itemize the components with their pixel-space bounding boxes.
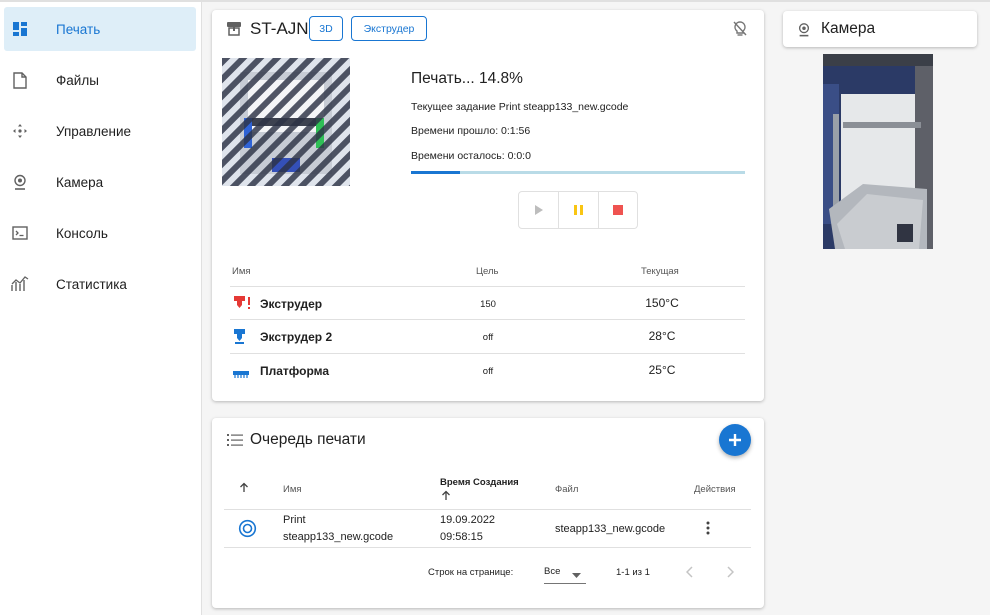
- queue-header-created[interactable]: Время Создания: [440, 477, 519, 488]
- sidebar-item-label: Консоль: [56, 225, 108, 241]
- queue-item-name-line1: Print: [283, 514, 306, 526]
- temp-row-extruder-2: Экструдер 2 off 28°C: [230, 320, 745, 354]
- console-icon: [11, 224, 29, 242]
- sidebar-item-files[interactable]: Файлы: [4, 58, 196, 102]
- sort-arrow-icon[interactable]: [239, 482, 249, 496]
- sidebar-item-label: Печать: [56, 21, 101, 37]
- move-arrows-icon: [11, 122, 29, 140]
- queue-item-status-icon: [238, 519, 257, 544]
- temp-name: Экструдер: [260, 297, 323, 311]
- time-elapsed: Времени прошло: 0:1:56: [411, 125, 531, 137]
- bed-icon: [233, 366, 249, 384]
- extruder-chip[interactable]: Экструдер: [351, 16, 427, 41]
- temp-name: Платформа: [260, 364, 330, 378]
- temp-target[interactable]: 150: [458, 299, 518, 310]
- temp-target[interactable]: off: [458, 366, 518, 377]
- rows-per-page-select[interactable]: Все: [544, 564, 586, 584]
- print-progress-bar: [411, 171, 745, 174]
- sidebar: Печать Файлы Управление Камера Консоль С…: [0, 2, 202, 615]
- rows-per-page-value: Все: [544, 566, 561, 577]
- camera-title: Камера: [821, 20, 876, 37]
- file-icon: [11, 71, 29, 89]
- temp-header-target: Цель: [476, 266, 499, 277]
- prev-page-icon[interactable]: [685, 566, 694, 581]
- temp-current: 150°C: [645, 296, 679, 310]
- print-progress-fill: [411, 171, 461, 174]
- sidebar-item-control[interactable]: Управление: [4, 109, 196, 153]
- temp-header-name: Имя: [232, 266, 251, 277]
- pagination-range: 1-1 из 1: [616, 567, 650, 578]
- temp-header-current: Текущая: [641, 266, 679, 277]
- printer-card: ST-AJN 3D Экструдер Печать... 14.8% Теку…: [212, 10, 764, 401]
- print-queue-card: Очередь печати Имя Время Создания Файл Д…: [212, 418, 764, 608]
- sidebar-item-label: Камера: [56, 174, 104, 190]
- sidebar-item-camera[interactable]: Камера: [4, 160, 196, 204]
- play-icon: [534, 205, 543, 215]
- webcam-icon: [797, 22, 811, 42]
- sidebar-item-statistics[interactable]: Статистика: [4, 262, 196, 306]
- print-preview-image: [222, 58, 350, 186]
- stop-button[interactable]: [597, 192, 637, 228]
- temp-current: 25°C: [648, 363, 676, 377]
- webcam-icon: [11, 173, 29, 191]
- sidebar-item-print[interactable]: Печать: [4, 7, 196, 51]
- time-remaining: Времени осталось: 0:0:0: [411, 150, 531, 162]
- queue-item-file: steapp133_new.gcode: [555, 523, 666, 535]
- print-status: Печать... 14.8%: [411, 70, 523, 87]
- temp-name: Экструдер 2: [260, 330, 333, 344]
- camera-card: Камера: [783, 11, 977, 47]
- add-to-queue-button[interactable]: [719, 424, 751, 456]
- queue-header-file[interactable]: Файл: [555, 484, 578, 495]
- next-page-icon[interactable]: [726, 566, 735, 581]
- chart-icon: [11, 275, 29, 293]
- temp-row-extruder: Экструдер 150 150°C: [230, 286, 745, 320]
- queue-item-date: 19.09.2022: [440, 514, 496, 526]
- queue-item-time: 09:58:15: [440, 531, 483, 543]
- pause-button[interactable]: [558, 192, 597, 228]
- printer-name: ST-AJN: [250, 19, 309, 38]
- resume-button[interactable]: [519, 192, 558, 228]
- extruder-alert-icon: [233, 295, 253, 317]
- sidebar-item-label: Статистика: [56, 276, 127, 292]
- current-job: Текущее задание Print steapp133_new.gcod…: [411, 101, 629, 113]
- lightbulb-off-icon[interactable]: [732, 20, 748, 42]
- queue-header-actions: Действия: [694, 484, 736, 495]
- extruder-icon: [233, 328, 249, 350]
- temp-target[interactable]: off: [458, 332, 518, 343]
- print-controls: [518, 191, 638, 229]
- pause-icon: [574, 205, 583, 215]
- sidebar-item-label: Файлы: [56, 72, 99, 88]
- rows-per-page-label: Строк на странице:: [428, 567, 514, 578]
- mode-3d-chip[interactable]: 3D: [309, 16, 343, 41]
- camera-stream-image: [823, 54, 933, 249]
- more-vert-icon[interactable]: [706, 521, 710, 541]
- dropdown-arrow-icon: [572, 570, 581, 581]
- dashboard-icon: [11, 20, 29, 38]
- queue-header-name[interactable]: Имя: [283, 484, 302, 495]
- queue-item-name-line2: steapp133_new.gcode: [283, 531, 394, 543]
- sort-arrow-up-icon[interactable]: [441, 490, 451, 504]
- printer-3d-icon: [226, 21, 242, 41]
- temp-current: 28°C: [648, 329, 676, 343]
- sidebar-item-console[interactable]: Консоль: [4, 211, 196, 255]
- stop-icon: [612, 205, 623, 215]
- queue-divider: [224, 547, 751, 548]
- queue-divider: [224, 509, 751, 510]
- temp-row-platform: Платформа off 25°C: [230, 354, 745, 388]
- list-icon: [227, 433, 243, 451]
- sidebar-item-label: Управление: [56, 123, 132, 139]
- plus-icon: [729, 434, 741, 446]
- queue-title: Очередь печати: [250, 431, 366, 448]
